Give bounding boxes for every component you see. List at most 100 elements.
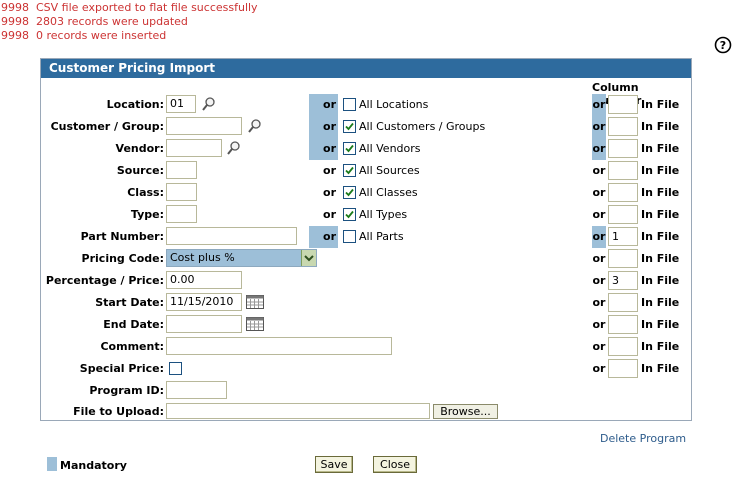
comment-column-input[interactable] [608,337,638,356]
or-column-label: or [592,318,606,331]
source-label: Source: [116,164,164,177]
part-number-input[interactable] [166,227,297,245]
mandatory-legend: Mandatory [60,459,127,472]
all-classes-checkbox[interactable] [343,186,356,199]
in-file-label: In File [641,274,680,287]
panel-title: Customer Pricing Import [41,59,691,78]
customer-group-label: Customer / Group: [50,120,164,133]
file-upload-input[interactable] [166,403,430,419]
row-comment: Comment: or In File [41,336,691,358]
pricing-code-select[interactable]: Cost plus % [166,249,317,267]
in-file-label: In File [641,230,680,243]
start-date-column-input[interactable] [608,293,638,312]
all-types-label: All Types [359,208,408,221]
in-file-label: In File [641,186,680,199]
or-column-label: or [592,340,606,353]
row-special-price: Special Price: or In File [41,358,691,380]
vendor-lookup-icon[interactable] [226,140,242,156]
mandatory-swatch [47,457,57,471]
location-input[interactable]: 01 [166,95,196,113]
row-class: Class: or All Classes or In File [41,182,691,204]
in-file-label: In File [641,362,680,375]
special-price-label: Special Price: [79,362,164,375]
row-vendor: Vendor: or All Vendors or In File [41,138,691,160]
in-file-label: In File [641,252,680,265]
row-pricing-code: Pricing Code: Cost plus % or In File [41,248,691,270]
comment-label: Comment: [100,340,164,353]
customer-lookup-icon[interactable] [247,118,263,134]
in-file-label: In File [641,98,680,111]
end-date-input[interactable] [166,315,242,333]
or-column-label: or [592,226,606,248]
row-file-upload: File to Upload: Browse... [41,401,691,423]
class-label: Class: [127,186,164,199]
delete-program-link[interactable]: Delete Program [600,432,686,445]
or-mandatory-indicator: or [309,138,338,160]
or-mandatory-indicator: or [309,94,338,116]
in-file-label: In File [641,120,680,133]
class-column-input[interactable] [608,183,638,202]
calendar-icon[interactable] [246,294,264,310]
row-customer-group: Customer / Group: or All Customers / Gro… [41,116,691,138]
in-file-label: In File [641,340,680,353]
or-column-label: or [592,296,606,309]
class-input[interactable] [166,183,197,201]
location-label: Location: [106,98,164,111]
vendor-input[interactable] [166,139,222,157]
comment-input[interactable] [166,337,392,355]
file-upload-label: File to Upload: [73,405,164,418]
or-column-label: or [592,362,606,375]
row-type: Type: or All Types or In File [41,204,691,226]
in-file-label: In File [641,296,680,309]
all-classes-label: All Classes [359,186,418,199]
vendor-column-input[interactable] [608,139,638,158]
pricing-code-column-input[interactable] [608,249,638,268]
percentage-price-label: Percentage / Price: [45,274,164,287]
part-number-column-input[interactable]: 1 [608,227,638,246]
row-program-id: Program ID: [41,380,691,402]
type-column-input[interactable] [608,205,638,224]
or-column-label: or [592,94,606,116]
start-date-input[interactable]: 11/15/2010 [166,293,242,311]
source-input[interactable] [166,161,197,179]
all-types-checkbox[interactable] [343,208,356,221]
source-column-input[interactable] [608,161,638,180]
row-start-date: Start Date: 11/15/2010 or In File [41,292,691,314]
all-parts-label: All Parts [359,230,404,243]
program-id-input[interactable] [166,381,227,399]
end-date-label: End Date: [103,318,164,331]
or-column-label: or [592,164,606,177]
svg-text:?: ? [720,39,726,52]
percentage-price-input[interactable]: 0.00 [166,271,242,289]
row-percentage-price: Percentage / Price: 0.00 or 3 In File [41,270,691,292]
location-column-input[interactable] [608,95,638,114]
all-parts-checkbox[interactable] [343,230,356,243]
type-input[interactable] [166,205,197,223]
end-date-column-input[interactable] [608,315,638,334]
all-customers-checkbox[interactable] [343,120,356,133]
special-price-checkbox[interactable] [169,362,182,375]
row-part-number: Part Number: or All Parts or 1 In File [41,226,691,248]
or-mandatory-indicator: or [309,226,338,248]
all-locations-checkbox[interactable] [343,98,356,111]
all-sources-checkbox[interactable] [343,164,356,177]
or-column-label: or [592,116,606,138]
customer-group-input[interactable] [166,117,242,135]
chevron-down-icon[interactable] [301,250,316,266]
close-button[interactable]: Close [373,456,417,473]
or-label: or [323,208,336,221]
or-column-label: or [592,138,606,160]
or-column-label: or [592,186,606,199]
special-price-column-input[interactable] [608,359,638,378]
calendar-icon[interactable] [246,316,264,332]
browse-button[interactable]: Browse... [433,404,498,419]
customer-column-input[interactable] [608,117,638,136]
customer-pricing-import-panel: Customer Pricing Import Column Number Lo… [40,58,692,421]
location-lookup-icon[interactable] [201,96,217,112]
help-icon[interactable]: ? [714,36,732,54]
save-button[interactable]: Save [315,456,353,473]
row-end-date: End Date: or In File [41,314,691,336]
in-file-label: In File [641,142,680,155]
all-vendors-checkbox[interactable] [343,142,356,155]
percentage-price-column-input[interactable]: 3 [608,271,638,290]
